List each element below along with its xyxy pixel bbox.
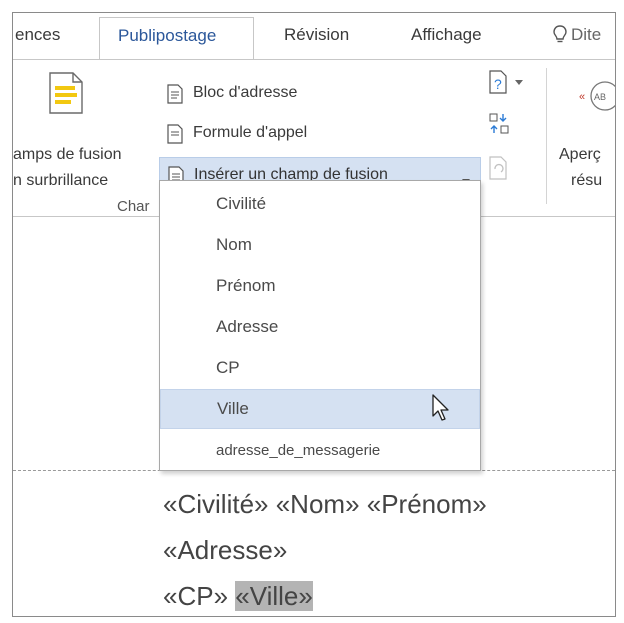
- dropdown-item-label: Ville: [217, 399, 249, 418]
- dropdown-item-label: CP: [216, 358, 240, 377]
- cp-field: «CP»: [163, 581, 236, 611]
- highlight-fields-label-2[interactable]: n surbrillance: [13, 172, 108, 190]
- highlight-fields-icon[interactable]: [49, 72, 83, 119]
- tab-references[interactable]: ences: [15, 25, 60, 45]
- update-labels-icon[interactable]: [489, 156, 509, 185]
- ville-field: «Ville»: [235, 581, 313, 611]
- merge-line-3[interactable]: «CP» «Ville»: [163, 581, 313, 612]
- dropdown-item-civilite[interactable]: Civilité: [160, 184, 480, 224]
- document-icon: [167, 124, 183, 149]
- dropdown-item-label: Civilité: [216, 194, 267, 213]
- merge-line-2[interactable]: «Adresse»: [163, 535, 287, 566]
- preview-results-label-2[interactable]: résu: [571, 172, 602, 190]
- ribbon-tab-bar: ences Publipostage Révision Affichage Di…: [13, 13, 615, 60]
- lightbulb-icon: [553, 25, 567, 50]
- tab-view[interactable]: Affichage: [411, 25, 482, 45]
- greeting-line-label: Formule d'appel: [193, 124, 308, 141]
- svg-text:?: ?: [494, 76, 502, 92]
- word-window: ences Publipostage Révision Affichage Di…: [12, 12, 616, 617]
- greeting-line-button[interactable]: Formule d'appel: [167, 122, 367, 148]
- ribbon-separator: [546, 68, 547, 204]
- tab-mailings-label: Publipostage: [118, 26, 217, 45]
- rules-icon[interactable]: ?: [489, 70, 529, 99]
- tab-review[interactable]: Révision: [284, 25, 349, 45]
- dropdown-item-label: Nom: [216, 235, 252, 254]
- address-block-label: Bloc d'adresse: [193, 84, 298, 101]
- match-fields-icon[interactable]: [489, 112, 511, 141]
- dropdown-item-label: Adresse: [216, 317, 279, 336]
- mouse-cursor-icon: [432, 394, 450, 427]
- dropdown-item-nom[interactable]: Nom: [160, 225, 480, 265]
- dropdown-item-adresse[interactable]: Adresse: [160, 307, 480, 347]
- tab-tell-me[interactable]: Dite: [571, 25, 601, 45]
- highlight-fields-label-1[interactable]: amps de fusion: [13, 146, 122, 164]
- merge-field-dropdown: Civilité Nom Prénom Adresse CP Ville adr…: [159, 180, 481, 471]
- dropdown-item-cp[interactable]: CP: [160, 348, 480, 388]
- preview-results-icon[interactable]: AB «: [579, 76, 615, 121]
- svg-text:«: «: [579, 91, 585, 103]
- preview-results-label-1[interactable]: Aperç: [559, 146, 601, 164]
- dropdown-item-adresse-de-messagerie[interactable]: adresse_de_messagerie: [160, 430, 480, 470]
- dropdown-item-prenom[interactable]: Prénom: [160, 266, 480, 306]
- tab-mailings[interactable]: Publipostage: [99, 17, 254, 60]
- group-label: Char: [117, 198, 150, 215]
- address-block-button[interactable]: Bloc d'adresse: [167, 82, 367, 108]
- merge-line-1[interactable]: «Civilité» «Nom» «Prénom»: [163, 489, 487, 520]
- dropdown-item-label: adresse_de_messagerie: [216, 442, 381, 459]
- svg-text:AB: AB: [594, 92, 606, 102]
- dropdown-item-label: Prénom: [216, 276, 276, 295]
- document-icon: [167, 84, 183, 109]
